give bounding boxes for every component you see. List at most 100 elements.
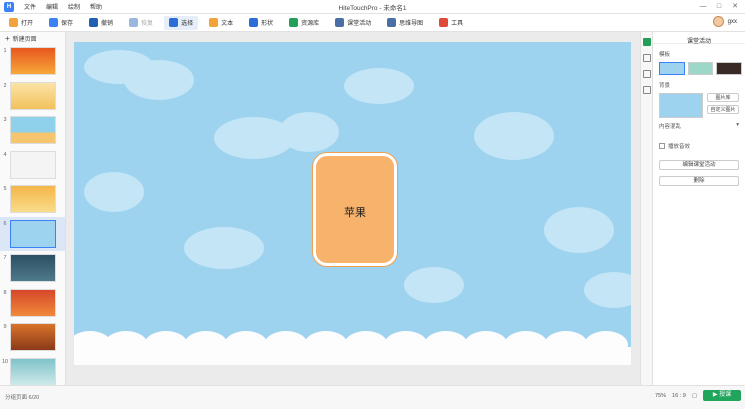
slide-item[interactable]: 8 [0,286,65,321]
slide-canvas[interactable]: 苹果 [74,42,631,365]
cloud-decoration [584,272,631,308]
slide-thumbnail [10,81,56,110]
slide-item[interactable]: 2 [0,79,65,114]
cloud-decoration [84,172,144,212]
open-button[interactable]: 打开 [4,16,38,30]
cloud-decoration [544,207,614,253]
slide-item-selected[interactable]: 6 [0,216,65,251]
slide-thumbnail [10,288,56,317]
title-bar: H 文件 编辑 绘制 帮助 HiteTouchPro - 未命名1 — □ ✕ [0,0,745,14]
properties-panel: 课堂活动 模板 背景 图片库 自定义图片 内容混乱 ▾ 播放音效 编辑课堂活动 … [652,32,745,385]
menu-file[interactable]: 文件 [24,2,36,11]
activity-button[interactable]: 课堂活动 [330,16,376,30]
background-label: 背景 [659,83,671,89]
tools-button[interactable]: 工具 [434,16,468,30]
redo-icon [129,18,139,27]
text-icon [209,18,219,27]
custom-image-button[interactable]: 自定义图片 [707,105,739,114]
toolbar: 打开 保存 撤销 恢复 选择 文本 形状 资源库 课堂活动 思维导图 工具 gx… [0,14,745,32]
page-info: 分组页面 6/20 [5,395,40,401]
sound-effect-checkbox[interactable]: 播放音效 [659,142,745,150]
chevron-down-icon: ▾ [736,122,739,128]
status-bar: 分组页面 6/20 75% 16 : 9 ▢ ▶ 授课 [0,385,745,409]
layers-icon[interactable] [642,70,651,78]
zoom-level[interactable]: 75% [655,393,666,399]
random-content-label: 内容混乱 [659,124,682,130]
aspect-ratio[interactable]: 16 : 9 [672,393,686,399]
select-button[interactable]: 选择 [164,15,199,30]
cloud-decoration [124,60,194,100]
user-name: gxx [727,18,737,25]
card-label: 苹果 [344,207,366,219]
canvas-area: 苹果 [66,32,640,385]
slide-item[interactable]: 3 [0,113,65,148]
slide-item[interactable]: 9 [0,320,65,355]
avatar [712,16,724,27]
mindmap-button[interactable]: 思维导图 [382,16,428,30]
cloud-decoration [184,227,264,269]
fit-screen-icon[interactable]: ▢ [692,393,697,399]
edit-activity-button[interactable]: 编辑课堂活动 [659,160,739,170]
activity-card[interactable]: 苹果 [313,153,397,266]
template-list [659,62,745,75]
slide-thumbnail [10,323,56,351]
slides-panel: + 新建页面 1 2 3 4 5 6 7 8 9 10 [0,32,66,386]
library-icon [289,18,299,27]
menu-help[interactable]: 帮助 [90,2,102,11]
slide-thumbnail [10,254,56,282]
menu-edit[interactable]: 编辑 [46,2,58,11]
shape-icon [249,18,259,27]
redo-button[interactable]: 恢复 [124,16,158,30]
toolbox-icon [439,18,449,27]
undo-button[interactable]: 撤销 [84,16,118,30]
slide-item[interactable]: 4 [0,148,65,183]
delete-button[interactable]: 删除 [659,176,739,186]
slide-item[interactable]: 7 [0,251,65,286]
checkbox-icon [659,143,665,149]
slide-item[interactable]: 5 [0,182,65,217]
search-icon[interactable] [642,54,651,62]
new-page-button[interactable]: + 新建页面 [0,32,65,44]
maximize-button[interactable]: □ [713,2,725,12]
template-label: 模板 [659,52,671,58]
properties-icon[interactable] [642,38,651,46]
panel-title: 课堂活动 [653,32,745,45]
slide-thumbnail [10,357,56,386]
slide-thumbnail [10,219,56,248]
app-logo-icon: H [4,1,14,12]
user-menu[interactable]: gxx [712,16,737,27]
random-content-field[interactable]: 内容混乱 ▾ [659,122,739,130]
close-button[interactable]: ✕ [729,2,741,12]
side-icon-strip [640,32,652,385]
library-button[interactable]: 资源库 [284,16,324,30]
cloud-decoration [344,68,414,104]
template-option[interactable] [716,62,743,75]
slide-thumbnail [10,185,56,213]
status-controls: 75% 16 : 9 ▢ ▶ 授课 [655,390,741,401]
save-icon [49,18,59,27]
cloud-ground [74,347,631,365]
menu-bar: 文件 编辑 绘制 帮助 [24,2,112,11]
template-option[interactable] [659,62,685,75]
text-button[interactable]: 文本 [204,16,238,30]
image-library-button[interactable]: 图片库 [707,93,739,102]
template-option[interactable] [687,62,714,75]
play-button[interactable]: ▶ 授课 [703,390,741,401]
mindmap-icon [387,18,397,27]
background-row: 图片库 自定义图片 [659,93,745,118]
menu-draw[interactable]: 绘制 [68,2,80,11]
slide-thumbnail [10,47,56,75]
background-preview [659,93,703,118]
shape-button[interactable]: 形状 [244,16,278,30]
undo-icon [89,18,99,27]
activity-icon [335,18,345,27]
minimize-button[interactable]: — [697,2,709,12]
cloud-decoration [279,112,339,152]
slide-thumbnail [10,116,56,144]
pen-icon[interactable] [642,86,651,94]
slide-item[interactable]: 1 [0,44,65,79]
slide-item[interactable]: 10 [0,355,65,390]
slide-thumbnail [10,150,56,179]
save-button[interactable]: 保存 [44,16,78,30]
checkbox-label: 播放音效 [668,144,691,150]
